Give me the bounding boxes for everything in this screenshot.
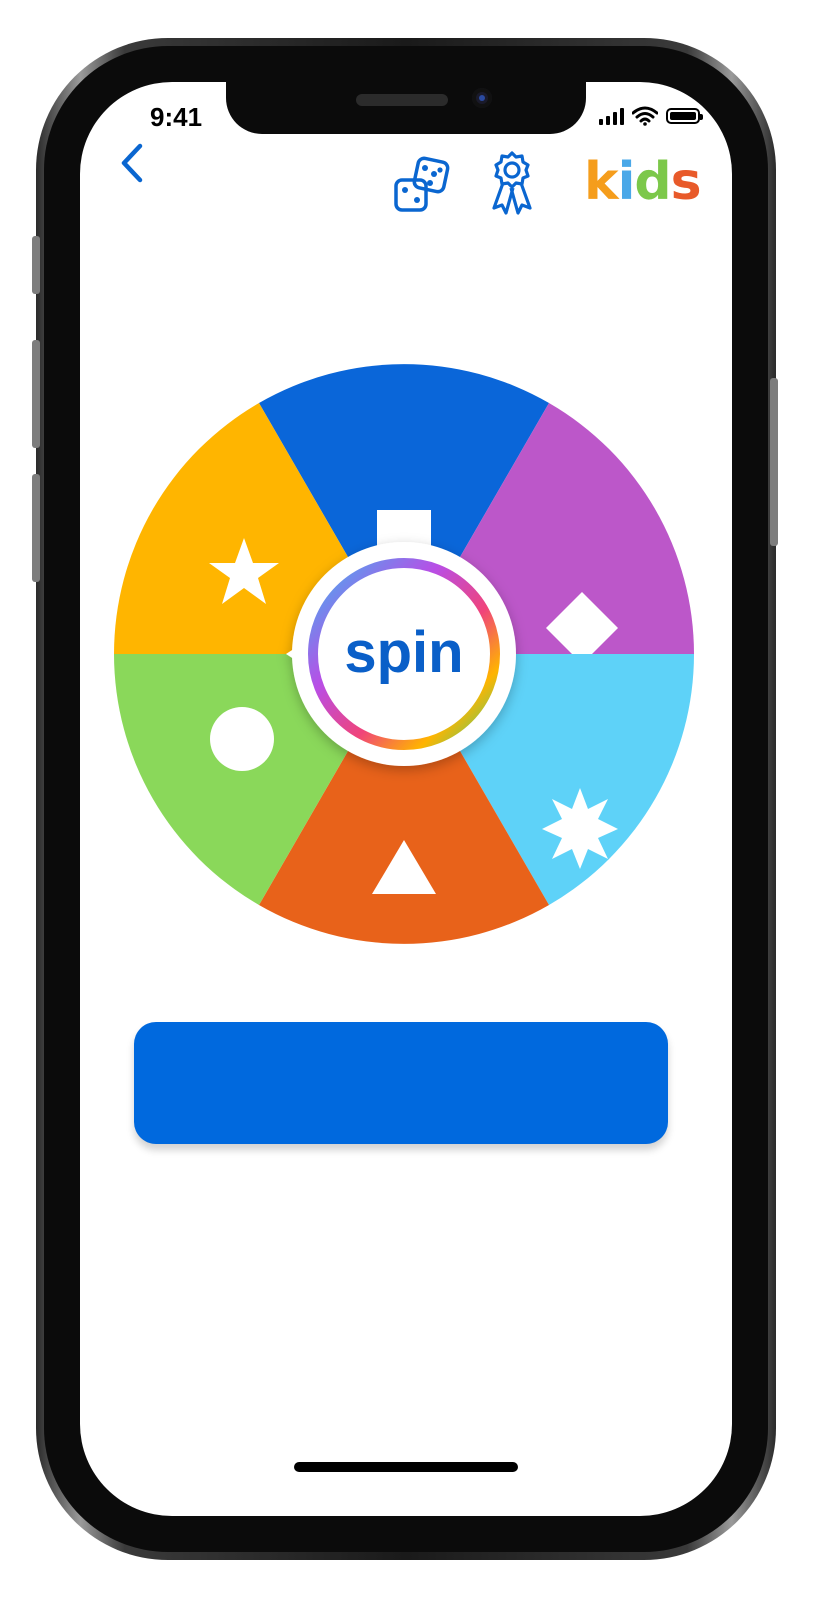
notch [226,82,586,134]
dice-button[interactable] [392,154,454,216]
power-button [770,378,778,546]
award-ribbon-icon [492,151,532,215]
chevron-left-icon [121,143,143,183]
battery-icon [666,108,703,124]
kids-logo-letter-i: i [617,152,636,212]
action-button[interactable] [134,1022,668,1144]
status-time: 9:41 [150,102,203,132]
home-indicator[interactable] [294,1462,518,1472]
mute-switch [32,236,40,294]
award-button[interactable] [482,150,542,216]
cellular-signal-icon [599,107,624,125]
spin-label: spin [344,620,463,685]
burst-shape-icon [542,788,618,869]
dice-icon [394,156,450,212]
app-screen: 9:41 kids spin [80,82,732,1516]
kids-logo: kids [584,152,702,212]
wifi-icon [632,106,658,126]
kids-logo-letter-d: d [634,152,671,212]
front-camera [472,88,492,108]
circle-shape-icon [210,707,274,771]
status-icons [599,104,703,128]
kids-logo-letter-k: k [584,152,619,212]
volume-down-button [32,474,40,582]
spinner-wheel[interactable]: spin [114,364,694,944]
speaker-grille [356,94,448,106]
volume-up-button [32,340,40,448]
kids-logo-letter-s: s [670,152,702,212]
back-button[interactable] [112,138,152,188]
